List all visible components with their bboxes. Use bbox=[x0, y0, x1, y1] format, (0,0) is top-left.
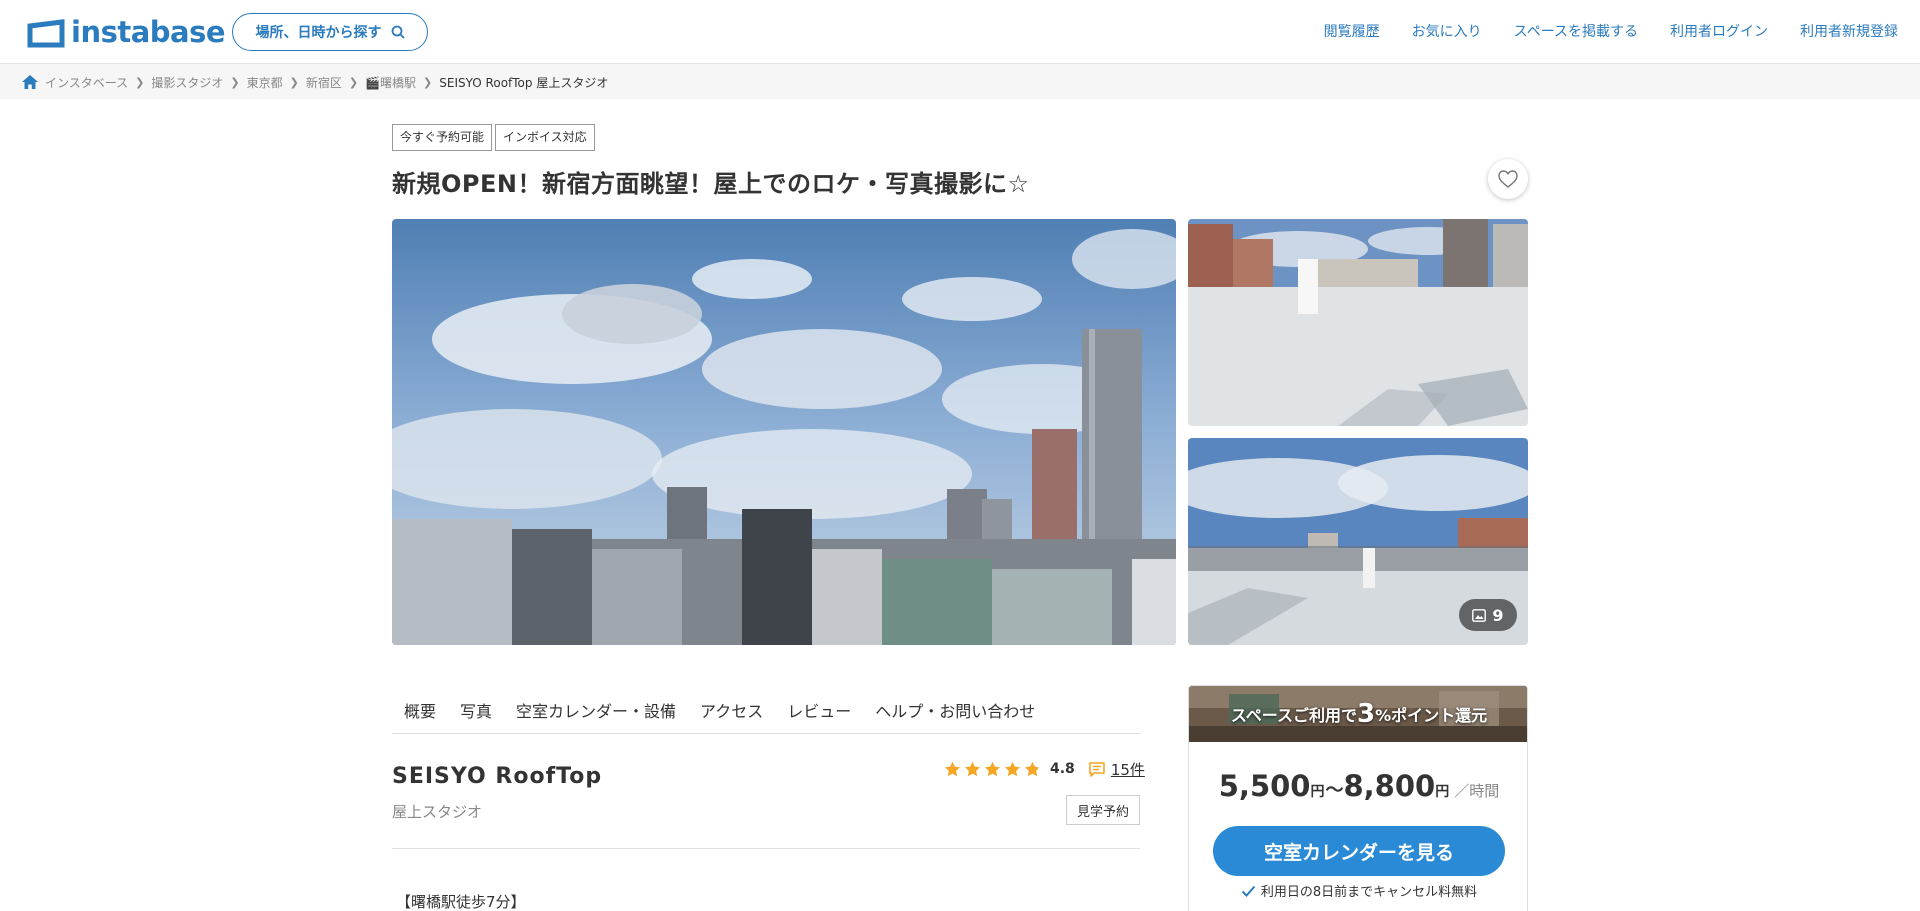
banner-suffix: %ポイント還元 bbox=[1375, 706, 1488, 725]
photo-count: 9 bbox=[1492, 605, 1504, 625]
chevron-right-icon: ❯ bbox=[230, 75, 240, 89]
star-icon bbox=[945, 761, 960, 777]
cancel-note: 利用日の8日前までキャンセル料無料 bbox=[1189, 881, 1527, 900]
tag-list: 今すぐ予約可能 インボイス対応 bbox=[392, 124, 598, 151]
image-icon bbox=[1472, 608, 1487, 622]
rooftop-floor-image bbox=[1188, 219, 1528, 426]
breadcrumb-item[interactable]: 東京都 bbox=[247, 74, 283, 91]
breadcrumb-current: SEISYO RoofTop 屋上スタジオ bbox=[439, 75, 609, 90]
star-icon bbox=[1005, 761, 1020, 777]
price-min: 5,500 bbox=[1218, 769, 1311, 803]
cancel-note-text: 利用日の8日前までキャンセル料無料 bbox=[1260, 885, 1478, 900]
tab-help[interactable]: ヘルプ・お問い合わせ bbox=[875, 698, 1035, 722]
tab-reviews[interactable]: レビュー bbox=[787, 698, 851, 722]
tab-overview[interactable]: 概要 bbox=[404, 698, 436, 722]
chevron-right-icon: ❯ bbox=[348, 75, 359, 89]
section-tabs: 概要 写真 空室カレンダー・設備 アクセス レビュー ヘルプ・お問い合わせ bbox=[392, 686, 1140, 734]
banner-text: スペースご利用で 3 %ポイント還元 bbox=[1189, 686, 1527, 742]
price-max: 8,800 bbox=[1343, 769, 1436, 803]
heart-icon bbox=[1498, 170, 1518, 188]
chevron-right-icon: ❯ bbox=[423, 75, 433, 89]
tab-photos[interactable]: 写真 bbox=[460, 698, 492, 722]
star-icon bbox=[1025, 761, 1040, 777]
chevron-right-icon: ❯ bbox=[289, 75, 299, 89]
price-range: 5,500 円 ～ 8,800 円 ／時間 bbox=[1189, 769, 1527, 803]
banner-number: 3 bbox=[1356, 699, 1376, 729]
nav-signup[interactable]: 利用者新規登録 bbox=[1800, 21, 1898, 41]
logo-mark-icon bbox=[27, 18, 65, 47]
per-hour: ／時間 bbox=[1454, 782, 1500, 800]
breadcrumb: インスタベース ❯ 撮影スタジオ ❯ 東京都 ❯ 新宿区 ❯ 🎬曙橋駅 ❯ SE… bbox=[0, 65, 1920, 99]
space-type: 屋上スタジオ bbox=[392, 803, 483, 821]
header-nav: 閲覧履歴 お気に入り スペースを掲載する 利用者ログイン 利用者新規登録 bbox=[1292, 0, 1898, 62]
search-button[interactable]: 場所、日時から探す bbox=[232, 13, 428, 51]
check-icon bbox=[1241, 885, 1256, 897]
site-header: instabase 場所、日時から探す 閲覧履歴 お気に入り スペースを掲載する… bbox=[0, 0, 1920, 64]
comment-icon bbox=[1089, 761, 1105, 777]
access-note: 【曙橋駅徒歩7分】 bbox=[396, 893, 526, 911]
breadcrumb-item[interactable]: 撮影スタジオ bbox=[151, 74, 223, 91]
logo[interactable]: instabase bbox=[27, 15, 226, 49]
logo-text: instabase bbox=[71, 15, 226, 49]
tab-access[interactable]: アクセス bbox=[700, 698, 763, 722]
thumbnail-photo[interactable] bbox=[1188, 219, 1528, 426]
divider bbox=[392, 848, 1140, 849]
points-banner[interactable]: スペースご利用で 3 %ポイント還元 bbox=[1189, 686, 1527, 742]
breadcrumb-item[interactable]: インスタベース bbox=[45, 74, 128, 91]
nav-list-space[interactable]: スペースを掲載する bbox=[1514, 21, 1638, 41]
nav-favorites[interactable]: お気に入り bbox=[1412, 21, 1482, 41]
rooftop-skyline-image bbox=[392, 219, 1176, 645]
nav-login[interactable]: 利用者ログイン bbox=[1670, 21, 1768, 41]
tour-booking-button[interactable]: 見学予約 bbox=[1066, 795, 1140, 825]
main-photo[interactable] bbox=[392, 219, 1176, 645]
tag-instant-booking: 今すぐ予約可能 bbox=[392, 124, 493, 151]
star-icon bbox=[965, 761, 980, 777]
space-name: SEISYO RoofTop bbox=[392, 764, 603, 789]
home-icon[interactable] bbox=[22, 75, 38, 89]
search-button-label: 場所、日時から探す bbox=[255, 25, 382, 41]
currency-unit: 円 bbox=[1310, 784, 1325, 800]
photo-count-badge[interactable]: 9 bbox=[1459, 599, 1517, 631]
price-tilde: ～ bbox=[1325, 780, 1344, 801]
view-calendar-button[interactable]: 空室カレンダーを見る bbox=[1213, 826, 1505, 876]
tab-calendar[interactable]: 空室カレンダー・設備 bbox=[516, 698, 676, 722]
page-title: 新規OPEN！新宿方面眺望！屋上でのロケ・写真撮影に☆ bbox=[392, 170, 1030, 198]
nav-history[interactable]: 閲覧履歴 bbox=[1324, 21, 1380, 41]
breadcrumb-item[interactable]: 新宿区 bbox=[306, 74, 342, 91]
review-count-link[interactable]: 15件 bbox=[1111, 759, 1145, 780]
currency-unit: 円 bbox=[1435, 784, 1450, 800]
star-icon bbox=[985, 761, 1000, 777]
rating: 4.8 15件 bbox=[944, 758, 1145, 780]
banner-prefix: スペースご利用で bbox=[1230, 706, 1357, 725]
breadcrumb-item[interactable]: 🎬曙橋駅 bbox=[365, 74, 416, 91]
search-icon bbox=[391, 25, 405, 39]
star-rating bbox=[944, 761, 1044, 777]
favorite-button[interactable] bbox=[1488, 159, 1528, 199]
chevron-right-icon: ❯ bbox=[135, 75, 145, 89]
tag-invoice: インボイス対応 bbox=[495, 124, 595, 151]
price-card: スペースご利用で 3 %ポイント還元 5,500 円 ～ 8,800 円 ／時間… bbox=[1188, 685, 1528, 911]
rating-value: 4.8 bbox=[1050, 761, 1075, 777]
